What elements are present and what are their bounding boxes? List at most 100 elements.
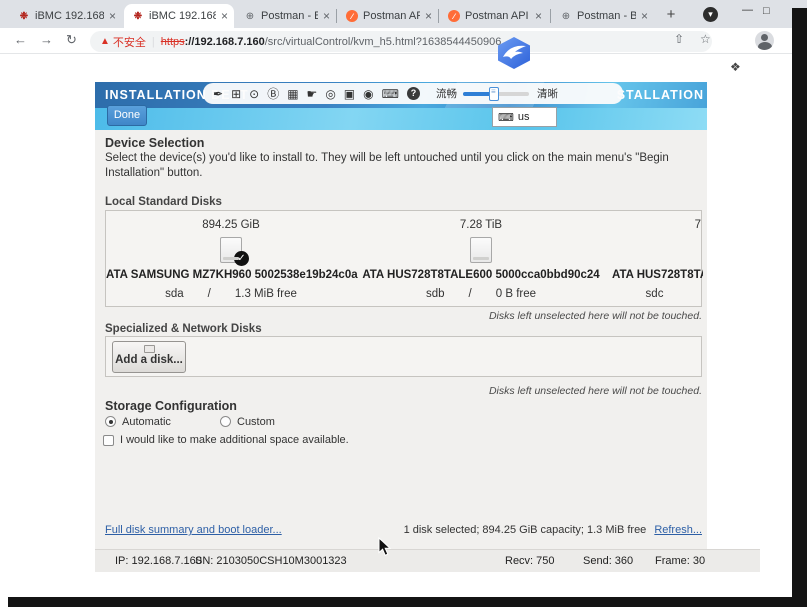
tab-title: Postman API Platfo bbox=[465, 10, 530, 22]
tab-title: iBMC 192.168.7.16 bbox=[35, 10, 104, 22]
security-warning-label[interactable]: 不安全 bbox=[113, 34, 146, 50]
tab-divider bbox=[438, 9, 439, 23]
done-button[interactable]: Done bbox=[107, 105, 147, 126]
tab-postman-browse-1[interactable]: ⊕ Postman - Browse × bbox=[236, 4, 336, 28]
profile-avatar[interactable] bbox=[755, 31, 774, 50]
disk-size: 894.25 GiB bbox=[106, 219, 356, 231]
ibmc-icon: ❉ bbox=[18, 10, 30, 22]
unselected-note: Disks left unselected here will not be t… bbox=[489, 385, 702, 397]
keyboard-layout-indicator[interactable]: ⌨ us bbox=[492, 107, 557, 127]
reload-icon[interactable]: ↻ bbox=[66, 32, 77, 48]
url-path: /src/virtualControl/kvm_h5.html?16385444… bbox=[265, 36, 502, 48]
keyboard-layout-label: us bbox=[518, 111, 530, 123]
disk-icon[interactable]: ✓ bbox=[220, 237, 242, 263]
tab-title: Postman - Browse bbox=[261, 10, 318, 22]
window-minimize-button[interactable]: — bbox=[742, 4, 753, 16]
add-disk-label: Add a disk... bbox=[113, 354, 185, 366]
help-icon[interactable]: ? bbox=[407, 87, 420, 100]
quality-smooth-label: 流畅 bbox=[436, 86, 457, 101]
close-icon[interactable]: × bbox=[425, 10, 432, 22]
screen-layout-icon[interactable]: ▦ bbox=[287, 88, 298, 100]
disk-sdb[interactable]: 7.28 TiB ATA HUS728T8TALE600 5000cca0bbd… bbox=[356, 211, 606, 306]
storage-config-title: Storage Configuration bbox=[105, 399, 237, 413]
globe-icon: ⊕ bbox=[244, 10, 256, 22]
radio-custom[interactable] bbox=[220, 416, 231, 427]
forward-icon[interactable]: → bbox=[40, 32, 53, 47]
disk-sdc[interactable]: 7 ATA HUS728T8TAL sdc bbox=[606, 211, 703, 306]
local-disks-title: Local Standard Disks bbox=[105, 196, 222, 208]
additional-space-label[interactable]: I would like to make additional space av… bbox=[120, 434, 349, 446]
fit-screen-icon[interactable]: ⊞ bbox=[231, 88, 241, 100]
installer-subheader bbox=[95, 108, 707, 130]
postman-icon: ∕ bbox=[448, 10, 460, 22]
mouse-cursor-icon bbox=[378, 537, 392, 557]
status-recv: Recv: 750 bbox=[505, 555, 555, 567]
ibmc-icon: ❉ bbox=[132, 10, 144, 22]
disk-device: sda bbox=[165, 288, 184, 300]
url-host: ://192.168.7.160 bbox=[185, 36, 265, 48]
kvm-toolbar: ✒ ⊞ ⊙ Ⓑ ▦ ☛ ◎ ▣ ◉ ⌨ ? 流畅 清晰 bbox=[203, 83, 623, 104]
radio-custom-label[interactable]: Custom bbox=[237, 416, 275, 428]
device-selection-intro: Select the device(s) you'd like to insta… bbox=[105, 151, 705, 181]
device-selection-title: Device Selection bbox=[105, 136, 204, 150]
warning-triangle-icon: ▲ bbox=[100, 36, 110, 47]
floppy-icon[interactable]: ▣ bbox=[344, 88, 355, 100]
record-icon[interactable]: ◉ bbox=[363, 88, 373, 100]
close-icon[interactable]: × bbox=[535, 10, 542, 22]
address-bar[interactable]: ▲ 不安全 | https ://192.168.7.160 /src/virt… bbox=[90, 31, 712, 52]
small-disk-icon bbox=[144, 345, 155, 353]
full-disk-summary-link[interactable]: Full disk summary and boot loader... bbox=[105, 524, 282, 536]
kvm-status-bar: IP: 192.168.7.160 SN: 2103050CSH10M30013… bbox=[95, 549, 760, 572]
desktop-background bbox=[8, 597, 807, 607]
installer-content: Device Selection Select the device(s) yo… bbox=[95, 130, 707, 549]
tab-ibmc-1[interactable]: ❉ iBMC 192.168.7.16 × bbox=[10, 4, 122, 28]
tab-divider bbox=[550, 9, 551, 23]
close-icon[interactable]: × bbox=[221, 10, 228, 22]
power-icon[interactable]: ⊙ bbox=[249, 88, 259, 100]
quality-sharp-label: 清晰 bbox=[537, 86, 558, 101]
cdrom-icon[interactable]: ◎ bbox=[325, 88, 335, 100]
back-icon[interactable]: ← bbox=[14, 32, 27, 47]
pin-icon[interactable]: ✒ bbox=[213, 88, 223, 100]
tab-postman-browse-2[interactable]: ⊕ Postman - Browse × bbox=[552, 4, 654, 28]
tab-postman-api-2[interactable]: ∕ Postman API Platfo × bbox=[440, 4, 548, 28]
new-tab-button[interactable]: + bbox=[660, 5, 682, 27]
tab-postman-api-1[interactable]: ∕ Postman API Platfo × bbox=[338, 4, 438, 28]
status-sn: SN: 2103050CSH10M3001323 bbox=[195, 555, 347, 567]
selected-check-icon: ✓ bbox=[234, 251, 249, 266]
disk-free: 0 B free bbox=[496, 288, 536, 300]
close-icon[interactable]: × bbox=[323, 10, 330, 22]
radio-automatic[interactable] bbox=[105, 416, 116, 427]
quality-slider-handle[interactable] bbox=[489, 87, 499, 101]
browser-update-icon[interactable]: ▾ bbox=[703, 7, 718, 22]
add-disk-button[interactable]: Add a disk... bbox=[112, 341, 186, 373]
share-icon[interactable]: ⇧ bbox=[674, 32, 684, 46]
disk-icon[interactable] bbox=[470, 237, 492, 263]
tab-ibmc-2-active[interactable]: ❉ iBMC 192.168.7.16 × bbox=[124, 4, 234, 28]
radio-automatic-label[interactable]: Automatic bbox=[122, 416, 204, 428]
disk-mount: / bbox=[469, 288, 472, 300]
disk-model: ATA HUS728T8TALE600 5000cca0bbd90c24 bbox=[356, 269, 606, 281]
bookmark-star-icon[interactable]: ☆ bbox=[700, 32, 711, 46]
virtual-keyboard-icon[interactable]: ⌨ bbox=[382, 88, 399, 100]
postman-icon: ∕ bbox=[346, 10, 358, 22]
uos-logo-icon bbox=[495, 36, 533, 70]
status-frame: Frame: 30 bbox=[655, 555, 705, 567]
quality-slider[interactable] bbox=[463, 92, 529, 96]
additional-space-checkbox[interactable] bbox=[103, 435, 114, 446]
globe-icon: ⊕ bbox=[560, 10, 572, 22]
disk-model: ATA SAMSUNG MZ7KH960 5002538e19b24c0a bbox=[106, 269, 356, 281]
refresh-link[interactable]: Refresh... bbox=[654, 524, 702, 536]
close-icon[interactable]: × bbox=[641, 10, 648, 22]
close-icon[interactable]: × bbox=[109, 10, 116, 22]
status-send: Send: 360 bbox=[583, 555, 633, 567]
tab-divider bbox=[336, 9, 337, 23]
mouse-icon[interactable]: ☛ bbox=[307, 88, 318, 100]
disk-model: ATA HUS728T8TAL bbox=[612, 269, 703, 281]
network-disks-panel: Add a disk... bbox=[105, 336, 702, 377]
address-divider: | bbox=[152, 36, 155, 48]
boot-device-icon[interactable]: Ⓑ bbox=[267, 88, 279, 100]
extensions-icon[interactable]: ❖ bbox=[730, 60, 741, 74]
window-maximize-button[interactable]: □ bbox=[763, 5, 770, 17]
disk-sda[interactable]: 894.25 GiB ✓ ATA SAMSUNG MZ7KH960 500253… bbox=[106, 211, 356, 306]
